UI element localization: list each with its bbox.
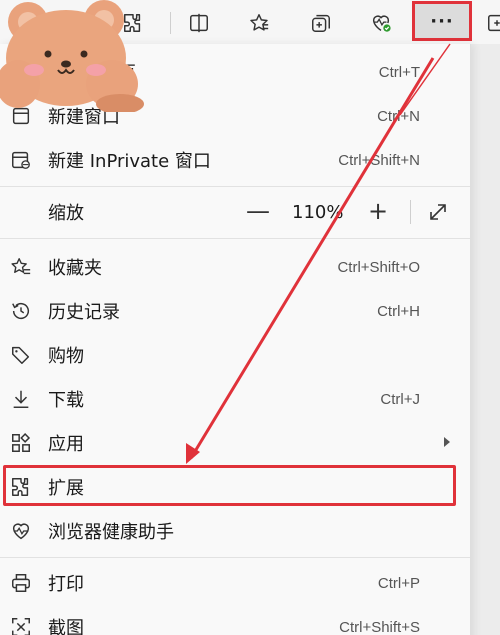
menu-item-label: 打印: [48, 574, 84, 595]
zoom-out-button[interactable]: —: [246, 199, 270, 224]
menu-item-favorites[interactable]: 收藏夹 Ctrl+Shift+O: [0, 245, 470, 289]
chevron-right-icon: [444, 437, 450, 447]
shopping-icon: [9, 343, 33, 367]
fullscreen-icon[interactable]: [426, 200, 450, 224]
menu-item-shortcut: Ctrl+Shift+O: [337, 258, 420, 276]
page-background: [471, 44, 500, 635]
browser-health-icon: [9, 519, 33, 543]
menu-item-shortcut: Ctrl+Shift+S: [339, 618, 420, 635]
screenshot-icon: [9, 615, 33, 635]
menu-item-label: 浏览器健康助手: [48, 522, 174, 543]
inprivate-icon: [9, 148, 33, 172]
menu-item-shortcut: Ctrl+P: [377, 574, 420, 592]
download-icon: [9, 387, 33, 411]
zoom-separator: [410, 200, 411, 224]
browser-window: ··· 页 Ctrl+T 新建窗口 Ctrl+N 新建 InPrivate 窗口…: [0, 0, 500, 635]
menu-divider: [0, 557, 470, 558]
more-icon: ···: [430, 10, 454, 32]
menu-divider: [0, 238, 470, 239]
favorites-icon[interactable]: [242, 6, 276, 40]
menu-item-label: 收藏夹: [48, 258, 102, 279]
menu-item-shortcut: Ctrl+J: [380, 390, 420, 408]
split-screen-icon[interactable]: [182, 6, 216, 40]
toolbar-separator: [170, 12, 171, 34]
menu-item-shortcut: Ctrl+T: [378, 63, 420, 81]
menu-item-apps[interactable]: 应用: [0, 421, 470, 465]
menu-item-label: 购物: [48, 346, 84, 367]
menu-item-shortcut: Ctrl+N: [377, 107, 420, 125]
menu-item-shopping[interactable]: 购物: [0, 333, 470, 377]
extensions-highlight-box: [3, 465, 456, 506]
menu-divider: [0, 186, 470, 187]
apps-icon: [9, 431, 33, 455]
new-window-icon[interactable]: [480, 6, 500, 40]
menu-item-label: 历史记录: [48, 302, 120, 323]
menu-item-screenshot[interactable]: 截图 Ctrl+Shift+S: [0, 605, 470, 635]
menu-item-print[interactable]: 打印 Ctrl+P: [0, 561, 470, 605]
favorites-icon: [9, 255, 33, 279]
menu-item-zoom: 缩放 — 110% +: [0, 190, 470, 234]
menu-item-label: 下载: [48, 390, 84, 411]
history-icon: [9, 299, 33, 323]
menu-item-history[interactable]: 历史记录 Ctrl+H: [0, 289, 470, 333]
menu-item-shortcut: Ctrl+H: [377, 302, 420, 320]
menu-item-label: 截图: [48, 618, 84, 635]
menu-item-shortcut: Ctrl+Shift+N: [338, 151, 420, 169]
menu-item-browser-essentials[interactable]: 浏览器健康助手: [0, 509, 470, 553]
collections-icon[interactable]: [304, 6, 338, 40]
zoom-in-button[interactable]: +: [366, 199, 390, 224]
more-button[interactable]: ···: [412, 1, 472, 41]
bear-sticker: [0, 0, 144, 112]
menu-item-label: 缩放: [48, 203, 84, 224]
zoom-level: 110%: [292, 201, 344, 223]
menu-item-label: 新建 InPrivate 窗口: [48, 151, 211, 172]
browser-essentials-icon[interactable]: [364, 6, 398, 40]
menu-item-new-inprivate-window[interactable]: 新建 InPrivate 窗口 Ctrl+Shift+N: [0, 138, 470, 182]
menu-item-label: 应用: [48, 434, 84, 455]
menu-item-downloads[interactable]: 下载 Ctrl+J: [0, 377, 470, 421]
print-icon: [9, 571, 33, 595]
